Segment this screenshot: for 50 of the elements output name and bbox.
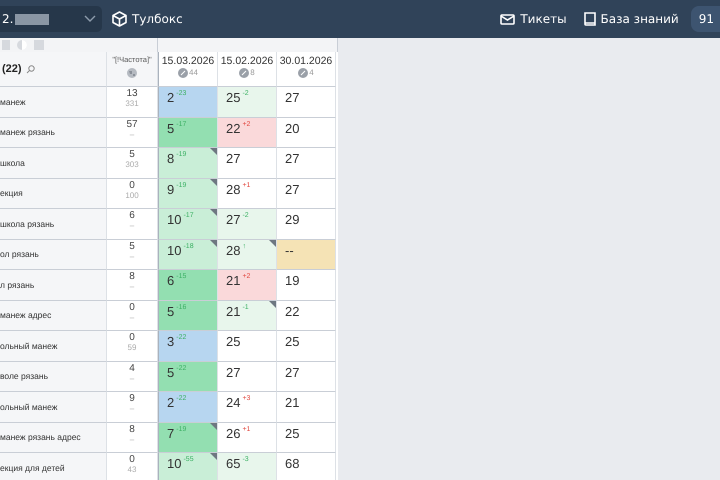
book-icon <box>582 12 596 26</box>
position-cell: 25 <box>218 331 277 362</box>
position-cell: 27 <box>277 178 336 209</box>
position-cell: 20 <box>277 118 336 148</box>
position-cell: 22 <box>277 300 336 331</box>
position-cell: 25 <box>277 331 336 362</box>
keyword-cell: ольный манеж <box>0 331 107 362</box>
date-header[interactable]: 30.01.2026 <box>280 55 332 67</box>
keyword-cell: воле рязань <box>0 362 107 392</box>
keyword-cell: екция <box>0 178 107 209</box>
position-cell: 25 <box>277 422 336 453</box>
keyword-cell: манеж адрес <box>0 300 107 331</box>
keyword-cell: школа <box>0 148 107 178</box>
image-icon[interactable] <box>34 40 44 50</box>
position-cell: 27 <box>277 87 336 118</box>
position-cell: -- <box>277 240 336 270</box>
redacted-block <box>15 14 50 26</box>
date-header[interactable]: 15.03.2026 <box>162 55 214 67</box>
position-cell: 21 <box>277 392 336 422</box>
position-cell: 29 <box>277 209 336 240</box>
toolbox-link[interactable]: Тулбокс <box>112 11 183 27</box>
position-cell: 27 <box>277 148 336 178</box>
position-cell: 27 <box>277 362 336 392</box>
date-count: 44 <box>189 68 198 77</box>
counter-badge: 91 <box>690 6 720 32</box>
position-cell: 27 <box>218 362 277 392</box>
keyword-cell: манеж рязань <box>0 118 107 148</box>
keyword-cell: л рязань <box>0 270 107 300</box>
search-icon[interactable] <box>26 64 35 74</box>
keyword-cell: ольный манеж <box>0 392 107 422</box>
position-cell: 19 <box>277 270 336 300</box>
keyword-header: (22) <box>2 63 22 75</box>
chevron-icon <box>84 15 96 23</box>
mail-icon <box>500 14 516 24</box>
position-cell: 27 <box>218 148 277 178</box>
keyword-cell: екция для детей <box>0 453 107 480</box>
toolbar-icon[interactable] <box>2 40 10 50</box>
date-count: 8 <box>250 68 255 77</box>
project-name: 2. <box>2 12 14 26</box>
keyword-cell: манеж рязань адрес <box>0 422 107 453</box>
date-header[interactable]: 15.02.2026 <box>220 55 274 67</box>
keyword-cell: школа рязань <box>0 209 107 240</box>
date-count: 4 <box>309 68 314 77</box>
project-select[interactable]: 2. <box>0 6 102 32</box>
cube-icon <box>112 11 127 27</box>
knowledge-base-link[interactable]: База знаний <box>582 12 679 26</box>
keyword-cell: манеж <box>0 87 107 118</box>
tickets-link[interactable]: Тикеты <box>500 12 567 26</box>
contrast-icon[interactable] <box>17 40 27 50</box>
keyword-cell: ол рязань <box>0 240 107 270</box>
